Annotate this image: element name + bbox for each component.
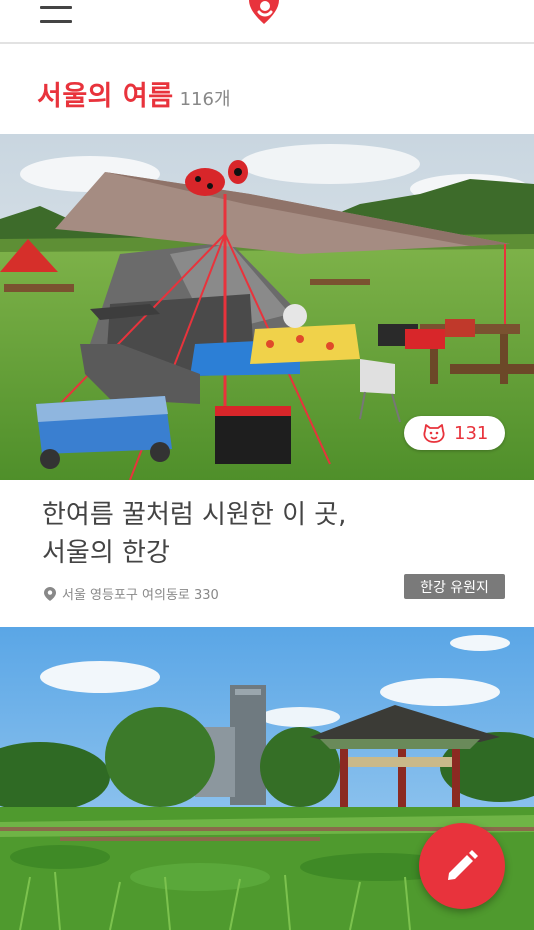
top-app-bar: [0, 0, 534, 44]
like-count: 131: [454, 422, 489, 444]
section-count: 116개: [179, 89, 231, 110]
write-post-button[interactable]: [419, 823, 505, 909]
heart-logo-icon[interactable]: [245, 0, 283, 28]
hamburger-menu-icon[interactable]: [40, 0, 72, 28]
section-header: 서울의 여름 116개: [37, 74, 231, 114]
category-tag[interactable]: 한강 유원지: [404, 574, 505, 599]
card-title-line-1: 한여름 꿀처럼 시원한 이 곳,: [42, 500, 347, 530]
card-location: 서울 영등포구 여의동로 330: [44, 584, 219, 603]
location-text: 서울 영등포구 여의동로 330: [62, 588, 219, 603]
bear-face-icon: [423, 424, 445, 443]
like-badge[interactable]: 131: [404, 416, 505, 450]
pencil-icon: [448, 850, 478, 880]
map-pin-icon: [44, 586, 56, 601]
card-title-line-2: 서울의 한강: [42, 538, 170, 568]
section-title: 서울의 여름: [37, 81, 174, 112]
card-title[interactable]: 한여름 꿀처럼 시원한 이 곳, 서울의 한강: [42, 496, 482, 572]
